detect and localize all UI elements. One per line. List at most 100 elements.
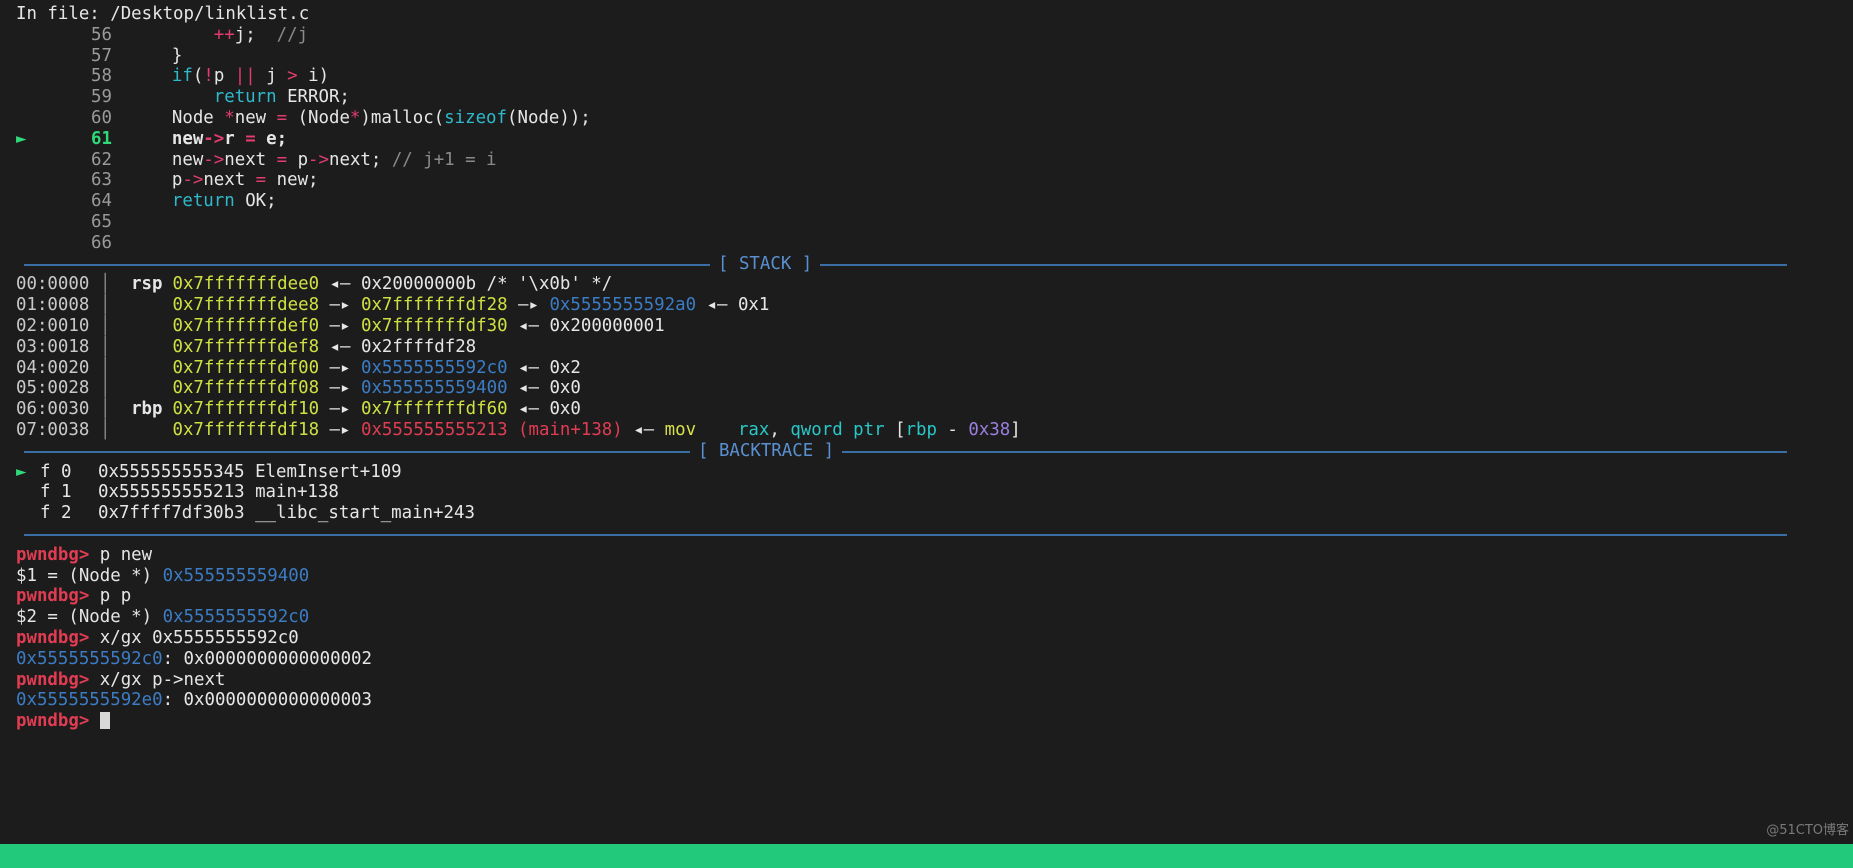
text-run: new; — [266, 170, 319, 191]
source-line-number: 63 — [91, 170, 112, 191]
console-output-pane[interactable]: pwndbg> p new $1 = (Node *) 0x55555555940… — [0, 545, 1853, 732]
source-code-pane: In file: /Desktop/linklist.c 56 ++j; //j… — [0, 4, 1853, 254]
prompt-label: pwndbg> — [16, 627, 90, 648]
text-run: 0x7fffffffdef8 — [172, 336, 320, 357]
backtrace-row: f 1 0x555555555213 main+138 — [0, 482, 1853, 503]
text-run — [696, 420, 738, 440]
text-run: //j — [276, 24, 309, 45]
stack-row-value: 0x7fffffffdef0 —▸ 0x7fffffffdf30 ◂— 0x20… — [172, 316, 664, 336]
text-run: —▸ — [319, 399, 361, 420]
console-command-text[interactable]: x/gx p->next — [89, 670, 226, 690]
source-line-number: 60 — [91, 107, 112, 128]
stack-row: 03:0018 │··· 0x7fffffffdef8 ◂— 0x2ffffdf28 — [0, 337, 1853, 358]
text-run: ◂— — [622, 419, 665, 440]
stack-row: 02:0010│···0x7fffffffdef0 —▸ 0x7fffffffd… — [0, 316, 1853, 337]
source-line-number: 56 — [91, 24, 112, 45]
text-run: = — [255, 170, 267, 191]
text-run: 0x1 — [737, 295, 770, 316]
source-line-code: if(!p || j > i) — [130, 66, 329, 86]
text-run: 0x7fffffffdf30 — [360, 315, 508, 336]
text-run: $1 = (Node *) — [16, 565, 163, 586]
stack-register-spacer: ··· — [110, 316, 162, 337]
stack-column-separator: │ — [100, 315, 111, 336]
text-run: 0x7fffffffdee0 — [172, 274, 320, 295]
text-run: 0x38 — [968, 419, 1011, 440]
text-run: = — [276, 107, 288, 128]
console-result-line: $2 = (Node *) 0x5555555592c0 — [0, 607, 1853, 628]
text-run: 0x5555555592c0 — [162, 607, 310, 628]
text-run: ( — [192, 66, 204, 87]
line-marker-spacer — [16, 170, 40, 191]
stack-row-value: 0x7fffffffdf00 —▸ 0x5555555592c0 ◂— 0x2 — [172, 358, 580, 378]
console-command-text[interactable] — [89, 711, 99, 731]
stack-row-index: 06:0030 — [16, 399, 90, 420]
stack-register-label: rsp — [131, 274, 163, 295]
source-line-code: } — [130, 46, 182, 66]
text-run: p — [287, 149, 309, 170]
source-line: 65 — [0, 212, 1853, 233]
line-marker-spacer — [16, 233, 40, 254]
backtrace-row: f 2 0x7ffff7df30b3 __libc_start_main+243 — [0, 503, 1853, 524]
console-command-text[interactable]: p new — [89, 545, 152, 565]
text-run: : 0x0000000000000003 — [162, 690, 372, 711]
text-run: (main+138) — [507, 419, 623, 440]
stack-row: 07:0038 │··· 0x7fffffffdf18 —▸ 0x555555555… — [0, 420, 1853, 441]
backtrace-section-divider: [ BACKTRACE ] — [0, 440, 1853, 462]
line-marker-spacer — [16, 25, 40, 46]
console-divider — [0, 524, 1853, 545]
text-run: qword ptr — [790, 419, 896, 440]
source-line-code: Node *new = (Node*)malloc(sizeof(Node)); — [130, 108, 591, 128]
source-line-number: 58 — [91, 66, 112, 87]
terminal-window[interactable]: In file: /Desktop/linklist.c 56 ++j; //j… — [0, 0, 1853, 868]
text-run: 0x555555559400 — [162, 565, 310, 586]
stack-row: 01:0008│···0x7fffffffdee8 —▸ 0x7fffffffd… — [0, 295, 1853, 316]
console-command-line[interactable]: pwndbg> x/gx 0x5555555592c0 — [0, 628, 1853, 649]
text-run: 0x555555555213 — [360, 419, 508, 440]
console-command-line[interactable]: pwndbg> p new — [0, 545, 1853, 566]
console-active-prompt-line[interactable]: pwndbg> — [0, 711, 1853, 732]
source-file-header: In file: /Desktop/linklist.c — [16, 4, 310, 24]
backtrace-frame-address: 0x555555555345 — [98, 461, 256, 482]
source-line: 59 return ERROR; — [0, 87, 1853, 108]
source-line-code: return OK; — [130, 191, 277, 211]
backtrace-pane: ► f 0 0x555555555345 ElemInsert+109 f 1 0x5… — [0, 462, 1853, 524]
text-run: 0x7fffffffdee8 — [172, 295, 320, 316]
prompt-label: pwndbg> — [16, 586, 90, 607]
stack-row-value: 0x7fffffffdee8 —▸ 0x7fffffffdf28 —▸ 0x55… — [172, 295, 769, 315]
backtrace-frame-symbol: __libc_start_main+243 — [255, 503, 475, 524]
source-line: 56 ++j; //j — [0, 25, 1853, 46]
console-command-line[interactable]: pwndbg> p p — [0, 586, 1853, 607]
text-run: $2 = (Node *) — [16, 607, 163, 628]
text-run: i) — [297, 66, 330, 87]
text-run: p — [130, 170, 183, 191]
watermark-text: @51CTO博客 — [1766, 823, 1849, 839]
text-run: ◂— — [696, 295, 738, 316]
stack-row: 00:0000 │ rsp 0x7fffffffdee0 ◂— 0x20000000b… — [0, 274, 1853, 295]
text-run — [130, 25, 214, 45]
console-command-text[interactable]: p p — [89, 586, 131, 606]
text-run — [130, 87, 214, 107]
text-run: 0x5555555592a0 — [549, 295, 697, 316]
source-line-number: 66 — [91, 232, 112, 253]
text-run: -> — [203, 128, 225, 149]
text-run: 0x200000001 — [549, 315, 665, 336]
console-command-text[interactable]: x/gx 0x5555555592c0 — [89, 628, 299, 648]
text-run: 0x7fffffffdf60 — [360, 399, 508, 420]
stack-register-spacer: ··· — [110, 420, 162, 441]
source-line: 62 new->next = p->next; // j+1 = i — [0, 150, 1853, 171]
text-run: ++ — [213, 24, 235, 45]
source-line-number: 59 — [91, 87, 112, 108]
text-run: -> — [182, 170, 204, 191]
backtrace-row-current: ► f 0 0x555555555345 ElemInsert+109 — [0, 462, 1853, 483]
text-run: - — [936, 419, 969, 440]
line-marker-spacer — [16, 212, 40, 233]
stack-row-value: 0x7fffffffdf10 —▸ 0x7fffffffdf60 ◂— 0x0 — [172, 399, 580, 419]
text-run: 0x5555555592c0 — [16, 648, 163, 669]
text-run: new — [130, 128, 204, 149]
text-run — [130, 66, 172, 86]
text-run: > — [287, 66, 298, 87]
text-run: —▸ — [507, 295, 550, 316]
text-run: if — [171, 66, 193, 87]
text-run: )malloc( — [360, 107, 445, 128]
console-command-line[interactable]: pwndbg> x/gx p->next — [0, 670, 1853, 691]
